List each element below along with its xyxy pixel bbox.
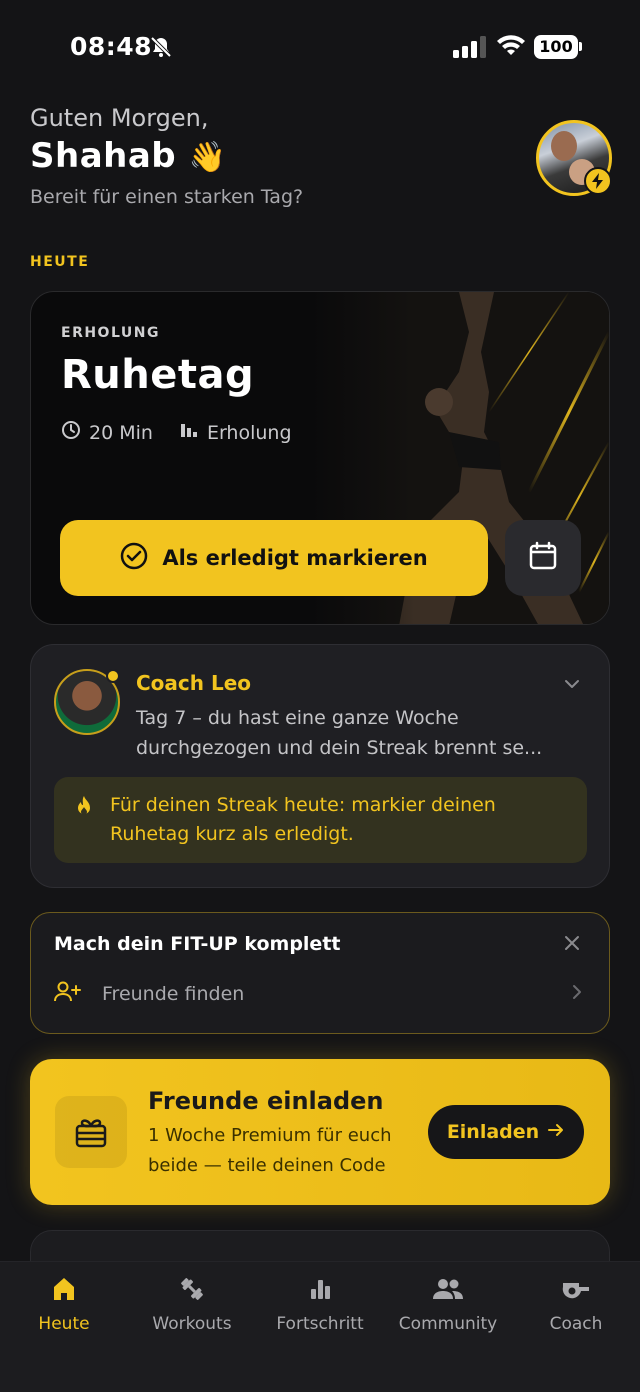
gift-icon: [55, 1096, 127, 1168]
invite-subtitle: 1 Woche Premium für euch beide — teile d…: [148, 1125, 392, 1176]
workout-duration: 20 Min: [89, 421, 153, 444]
mark-done-button[interactable]: Als erledigt markieren: [60, 520, 488, 596]
greeting-text: Guten Morgen,: [30, 104, 209, 132]
lightning-badge-icon: [584, 167, 612, 195]
coach-tip-text: Für deinen Streak heute: markier deinen …: [110, 794, 496, 845]
fitup-title: Mach dein FIT-UP komplett: [54, 933, 341, 955]
chevron-down-icon[interactable]: [563, 675, 581, 697]
status-time: 08:48: [70, 32, 153, 61]
tab-label: Coach: [549, 1314, 603, 1334]
arrow-right-icon: [547, 1121, 565, 1144]
tab-heute[interactable]: Heute: [0, 1276, 128, 1334]
dumbbell-icon: [178, 1275, 206, 1307]
invite-button-label: Einladen: [446, 1121, 540, 1143]
user-name: Shahab 👋: [30, 136, 226, 176]
invite-title: Freunde einladen: [148, 1087, 384, 1115]
bar-chart-icon: [308, 1277, 332, 1305]
tab-label: Heute: [38, 1314, 90, 1334]
calendar-icon: [528, 541, 558, 575]
chevron-right-icon: [570, 983, 584, 1005]
coach-tip: Für deinen Streak heute: markier deinen …: [54, 777, 587, 863]
tab-workouts[interactable]: Workouts: [128, 1276, 256, 1334]
workout-title: Ruhetag: [61, 352, 255, 398]
today-workout-card[interactable]: ERHOLUNG Ruhetag 20 Min Erholung Als erl…: [30, 291, 610, 625]
status-bar: 08:48 100: [0, 0, 640, 94]
wifi-icon: [496, 33, 526, 61]
clock-icon: [61, 420, 81, 445]
invite-friends-card: Freunde einladen 1 Woche Premium für euc…: [30, 1059, 610, 1205]
invite-button[interactable]: Einladen: [428, 1105, 584, 1159]
tab-community[interactable]: Community: [384, 1276, 512, 1334]
online-indicator: [106, 669, 120, 683]
coach-message: Tag 7 – du hast eine ganze Woche durchge…: [136, 707, 543, 759]
add-user-icon: [54, 981, 82, 1007]
calendar-button[interactable]: [505, 520, 581, 596]
workout-meta: 20 Min Erholung: [61, 420, 318, 445]
workout-category: ERHOLUNG: [61, 325, 160, 341]
battery-icon: 100: [534, 35, 578, 59]
greeting-subtitle: Bereit für einen starken Tag?: [30, 186, 304, 208]
close-icon[interactable]: [563, 934, 581, 956]
coach-card[interactable]: Coach Leo Tag 7 – du hast eine ganze Woc…: [30, 644, 610, 888]
find-friends-row[interactable]: Freunde finden: [54, 979, 584, 1009]
signal-icon: [453, 36, 487, 62]
tab-label: Workouts: [152, 1314, 232, 1334]
people-icon: [432, 1277, 464, 1305]
fitup-card: Mach dein FIT-UP komplett Freunde finden: [30, 912, 610, 1034]
wave-emoji-icon: 👋: [188, 140, 227, 175]
find-friends-label: Freunde finden: [102, 983, 245, 1005]
check-circle-icon: [120, 542, 148, 575]
tab-label: Fortschritt: [276, 1314, 364, 1334]
coach-name: Coach Leo: [136, 671, 252, 695]
bell-off-icon: [149, 35, 173, 63]
whistle-icon: [561, 1277, 591, 1305]
flame-icon: [74, 795, 94, 821]
workout-level: Erholung: [206, 421, 292, 444]
home-icon: [51, 1276, 77, 1306]
section-label-today: HEUTE: [30, 254, 90, 270]
bottom-tab-bar: Heute Workouts Fortschritt Community Coa…: [0, 1261, 640, 1392]
tab-label: Community: [398, 1314, 498, 1334]
user-name-text: Shahab: [30, 136, 177, 176]
tab-fortschritt[interactable]: Fortschritt: [256, 1276, 384, 1334]
mark-done-label: Als erledigt markieren: [162, 546, 428, 570]
tab-coach[interactable]: Coach: [512, 1276, 640, 1334]
bar-chart-icon: [179, 420, 199, 445]
